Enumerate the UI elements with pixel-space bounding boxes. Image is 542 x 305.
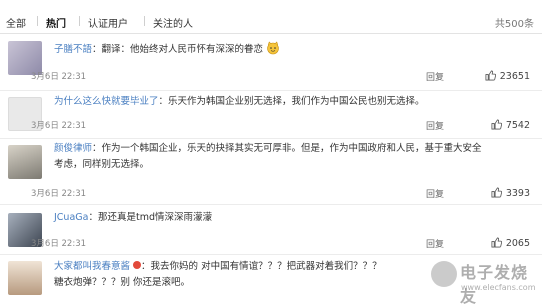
comment-body: JCuaGa：那还真是tmd情深深雨濛濛 [54, 210, 522, 226]
watermark-url: www.elecfans.com [461, 283, 536, 292]
comment-text: ：乐天作为韩国企业别无选择，我们作为中国公民也别无选择。 [158, 96, 425, 107]
comment-timestamp: 3月6日 22:31 [31, 121, 87, 131]
like-count: 2065 [505, 238, 530, 249]
watermark-title: 电子发烧友 [460, 263, 529, 305]
thumbs-up-icon [491, 119, 502, 130]
like-button[interactable]: 7542 [491, 119, 530, 131]
comment-item: 为什么这么快就要毕业了：乐天作为韩国企业别无选择，我们作为中国公民也别无选择。 … [0, 91, 542, 139]
tab-divider [79, 16, 80, 26]
thumbs-up-icon [491, 237, 502, 248]
comment-text-continued: 糖衣炮弹？？？别 你还是滚吧。 [54, 277, 191, 288]
comment-item: JCuaGa：那还真是tmd情深深雨濛濛 3月6日 22:31 回复 2065 [0, 205, 542, 255]
tab-verified-users[interactable]: 认证用户 [88, 15, 128, 30]
comment-item: 颜俊律师：作为一个韩国企业，乐天的抉择其实无可厚非。但是，作为中国政府和人民，基… [0, 139, 542, 205]
tab-hot[interactable]: 热门 [46, 15, 66, 30]
comment-text-continued: 考虑，同样别无选择。 [54, 159, 150, 170]
elecfans-logo-icon [431, 261, 457, 287]
username-link[interactable]: JCuaGa [54, 212, 88, 223]
thumbs-up-icon [491, 187, 502, 198]
cat-face-emoji-icon [266, 41, 280, 55]
tab-all[interactable]: 全部 [6, 15, 26, 30]
username-link[interactable]: 为什么这么快就要毕业了 [54, 96, 159, 107]
comment-body: 为什么这么快就要毕业了：乐天作为韩国企业别无选择，我们作为中国公民也别无选择。 [54, 94, 522, 110]
reply-button[interactable]: 回复 [426, 70, 444, 83]
comment-text: ：我去你妈的 对中国有情谊？？？把武器对着我们？？？ [141, 261, 382, 272]
like-button[interactable]: 2065 [491, 237, 530, 249]
reply-button[interactable]: 回复 [426, 187, 444, 200]
elecfans-watermark: 电子发烧友 www.elecfans.com [431, 257, 537, 305]
like-count: 7542 [505, 120, 530, 131]
comment-text: ：那还真是tmd情深深雨濛濛 [88, 212, 212, 223]
comment-filter-tabs: 全部 热门 认证用户 关注的人 共500条 [0, 10, 542, 34]
username-link[interactable]: 颜俊律师 [54, 143, 92, 154]
comment-timestamp: 3月6日 22:31 [31, 72, 87, 82]
reply-button[interactable]: 回复 [426, 119, 444, 132]
avatar[interactable] [8, 145, 42, 179]
tab-divider [37, 16, 38, 26]
comment-total-count: 共500条 [494, 19, 534, 30]
username-link[interactable]: 大家都叫我春意酱 [54, 261, 130, 272]
tab-divider [144, 16, 145, 26]
reply-button[interactable]: 回复 [426, 237, 444, 250]
comment-item: 子膳不語：翻译：他始终对人民币怀有深深的眷恋 3月6日 22:31 回复 236… [0, 35, 542, 91]
comment-timestamp: 3月6日 22:31 [31, 189, 87, 199]
thumbs-up-icon [485, 70, 496, 81]
like-count: 23651 [499, 71, 530, 82]
red-flower-emoji-icon [133, 261, 142, 269]
username-link[interactable]: 子膳不語 [54, 44, 92, 55]
avatar[interactable] [8, 261, 42, 295]
like-button[interactable]: 23651 [485, 70, 530, 82]
like-count: 3393 [505, 188, 530, 199]
like-button[interactable]: 3393 [491, 187, 530, 199]
tab-following[interactable]: 关注的人 [153, 15, 193, 30]
comment-timestamp: 3月6日 22:31 [31, 239, 87, 249]
comment-body: 子膳不語：翻译：他始终对人民币怀有深深的眷恋 [54, 41, 522, 58]
comment-text: ：翻译：他始终对人民币怀有深深的眷恋 [92, 44, 264, 55]
comment-text: ：作为一个韩国企业，乐天的抉择其实无可厚非。但是，作为中国政府和人民，基于重大安… [92, 143, 482, 154]
comment-body: 颜俊律师：作为一个韩国企业，乐天的抉择其实无可厚非。但是，作为中国政府和人民，基… [54, 141, 522, 173]
comment-body: 大家都叫我春意酱 ：我去你妈的 对中国有情谊？？？把武器对着我们？？？ 糖衣炮弹… [54, 259, 427, 291]
